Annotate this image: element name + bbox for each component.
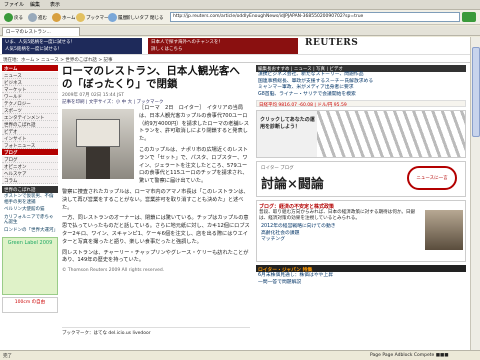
sidebar-item[interactable]: ブログ (2, 149, 58, 156)
blog-banner[interactable]: ロイター ブログ 討論×闘論 ニュースに一言 (256, 161, 466, 197)
sidebar-item[interactable]: フォトニュース (2, 142, 58, 149)
speech-bubble: ニュースに一言 (407, 166, 457, 190)
article-photo[interactable] (62, 109, 134, 179)
browser-window: ファイル 編集 表示 戻る 進む ホーム ブックマーク 履歴 新しいタブ 閉じる… (0, 0, 480, 360)
feature-link[interactable]: 6月末株価見通し：株価はやや上昇 (256, 272, 466, 279)
restaurant-sign (76, 119, 120, 147)
right-tabs[interactable]: 編集長おすすめ | ニュース | 写真 | ビデオ (256, 65, 466, 72)
feature-link[interactable]: 一問一答で問題解説 (256, 279, 466, 286)
sidebar-item[interactable]: スポーツ (2, 107, 58, 114)
forward-button[interactable]: 進む (28, 11, 47, 24)
related-link[interactable]: ベルリン大使館の猫 (2, 206, 58, 214)
clock-icon (108, 13, 117, 22)
market-ticker[interactable]: 日経平均 9816.07 -60.08 | ドル/円 95.59 (256, 100, 466, 108)
headline-link[interactable]: G8首脳、ライナー・サリテで会議開始を模索 (256, 92, 466, 99)
status-addons[interactable]: Page Page Adblock Compete ■■■ (370, 353, 449, 358)
web-page: いま、人気5銘柄を一度に試せる！ 人気5銘柄を一度に試せる！ 日本人で探す海外への… (0, 37, 470, 350)
author-photo (425, 210, 463, 250)
go-button[interactable] (462, 12, 476, 22)
sidebar-item[interactable]: ビデオ (2, 128, 58, 135)
article-headline: ローマのレストラン、日本人観光客への「ぼったくり」で閉鎖 (62, 65, 240, 90)
right-column: 編集長おすすめ | ニュース | 写真 | ビデオ 漢撲ビジネス会社、新たなスト… (256, 65, 466, 350)
star-icon (76, 13, 85, 22)
copyright: © Thomson Reuters 2009 All rights reserv… (62, 268, 165, 274)
sidebar-item[interactable]: マーケット (2, 86, 58, 93)
ad-banner-1[interactable]: いま、人気5銘柄を一度に試せる！ 人気5銘柄を一度に試せる！ (2, 38, 142, 54)
vertical-scrollbar[interactable] (470, 37, 480, 350)
sidebar-item[interactable]: テクノロジー (2, 100, 58, 107)
close-tab-button[interactable]: 閉じる (150, 11, 164, 24)
menu-bar: ファイル 編集 表示 (0, 0, 480, 10)
article: ローマのレストラン、日本人観光客への「ぼったくり」で閉鎖 2009年 07月 0… (62, 65, 250, 350)
tab-strip: ローマのレストラン... (0, 26, 480, 36)
forward-icon (28, 13, 37, 22)
blog-section: ブログ：経済の不安定と株式政策 普段、取り組む方向からみれば、日本の経済政策に対… (256, 200, 466, 262)
ad-graphic (317, 111, 465, 157)
sidebar-item[interactable]: ビジネス (2, 79, 58, 86)
blog-heading[interactable]: ブログ：経済の不安定と株式政策 (259, 203, 463, 210)
new-tab-button[interactable]: 新しいタブ (126, 11, 149, 24)
paragraph: 警察に捜査されたカップルは、ローマ市内のアマノ市長は「このレストランは、決して再… (62, 188, 249, 211)
top-ad-strip: いま、人気5銘柄を一度に試せる！ 人気5銘柄を一度に試せる！ 日本人で探す海外への… (0, 37, 470, 55)
back-button[interactable]: 戻る (4, 11, 23, 24)
address-bar[interactable]: http://jp.reuters.com/article/oddlyEnoug… (170, 12, 460, 22)
scrollbar-thumb[interactable] (472, 47, 480, 137)
sidebar-item[interactable]: エンタテインメント (2, 114, 58, 121)
home-icon (52, 13, 61, 22)
tab-reuters[interactable]: ローマのレストラン... (2, 27, 80, 36)
paragraph: 一方、同レストランのオーナーは、閉鎖には驚いている。チップはカップルの意思で払っ… (62, 215, 250, 245)
sidebar-sub[interactable]: ブログ (2, 156, 58, 163)
reuters-logo[interactable]: REUTERS (305, 38, 385, 54)
sidebar-item[interactable]: ホーム (2, 65, 58, 72)
sidebar-item[interactable]: インサイト (2, 135, 58, 142)
sidebar-item[interactable]: ワールド (2, 93, 58, 100)
related-link[interactable]: ロンドンの「世界大運河」 (2, 227, 58, 235)
right-ad[interactable]: クリックしてあなたの運用を診断しよう！ (256, 110, 466, 158)
sidebar-sub[interactable]: オピニオン (2, 163, 58, 170)
browser-toolbar: 戻る 進む ホーム ブックマーク 履歴 新しいタブ 閉じる http://jp.… (0, 10, 480, 25)
sidebar-item[interactable]: 世界のこぼれ話 (2, 121, 58, 128)
menu-view[interactable]: 表示 (50, 1, 60, 8)
sidebar-item[interactable]: ニュース (2, 72, 58, 79)
breadcrumb: 現在地：ホーム > ニュース > 世界のこぼれ話 > 記事 (0, 56, 470, 63)
menu-file[interactable]: ファイル (4, 1, 24, 8)
ad-banner-2[interactable]: 日本人で探す海外へのチャンスを！ 詳しくはこちら (148, 38, 298, 54)
restaurant-door (86, 147, 110, 179)
article-date: 2009年 07月 02日 15:44 JST (62, 93, 125, 98)
sidebar-sub[interactable]: コラム (2, 177, 58, 184)
left-sidebar: ホーム ニュース ビジネス マーケット ワールド テクノロジー スポーツ エンタ… (2, 65, 58, 350)
related-link[interactable]: ボストンで仮装男、不倫相手の男を逮捕 (2, 193, 58, 206)
menu-edit[interactable]: 編集 (30, 1, 40, 8)
related-link[interactable]: カリフォルニアで赤ちゃん誕生 (2, 214, 58, 227)
status-bar: 完了 Page Page Adblock Compete ■■■ (0, 350, 480, 360)
sidebar-ad-small[interactable]: 100cm の自由 (2, 297, 58, 313)
sidebar-sub[interactable]: ヘルスケア (2, 170, 58, 177)
related-heading: 世界のこぼれ話 (2, 186, 58, 193)
paragraph: 同レストランは、チャーリー・チャップリンやグレース・ケリーも訪れたことがあり、1… (62, 249, 249, 264)
feature-heading: ロイター・ジャパン 特集 (256, 265, 466, 273)
sidebar-ad-green[interactable]: Green Label 2009 (2, 237, 58, 295)
history-button[interactable]: 履歴 (108, 11, 127, 24)
back-icon (4, 13, 13, 22)
social-bookmark-bar[interactable]: ブックマーク：はてな del.icio.us livedoor (62, 327, 250, 337)
home-button[interactable]: ホーム (52, 11, 75, 24)
status-text: 完了 (3, 354, 12, 359)
